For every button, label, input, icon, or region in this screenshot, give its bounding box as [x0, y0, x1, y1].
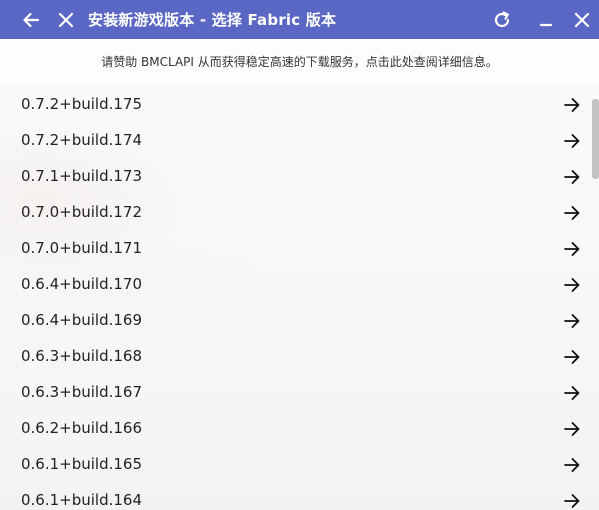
scrollbar[interactable]	[592, 99, 599, 179]
version-label: 0.6.3+build.167	[21, 383, 143, 401]
version-list-item[interactable]: 0.7.0+build.171	[0, 231, 590, 267]
minimize-icon	[538, 12, 554, 28]
close-icon	[57, 11, 75, 29]
version-label: 0.7.1+build.173	[21, 167, 143, 185]
version-label: 0.7.2+build.175	[21, 95, 143, 113]
arrow-right-icon[interactable]	[562, 167, 582, 187]
version-list-item[interactable]: 0.7.0+build.172	[0, 195, 590, 231]
arrow-right-icon[interactable]	[562, 455, 582, 475]
title-bar: 安装新游戏版本 - 选择 Fabric 版本	[0, 0, 599, 39]
version-list-item[interactable]: 0.7.1+build.173	[0, 159, 590, 195]
close-icon	[573, 11, 591, 29]
arrow-right-icon[interactable]	[562, 491, 582, 510]
window-title: 安装新游戏版本 - 选择 Fabric 版本	[88, 11, 337, 29]
arrow-right-icon[interactable]	[562, 203, 582, 223]
version-list-item[interactable]: 0.6.4+build.170	[0, 267, 590, 303]
version-list-item[interactable]: 0.6.2+build.166	[0, 411, 590, 447]
version-list-item[interactable]: 0.7.2+build.174	[0, 123, 590, 159]
arrow-left-icon	[21, 10, 41, 30]
version-list: 0.7.2+build.175 0.7.2+build.174 0.7.1+buil…	[0, 87, 590, 510]
arrow-right-icon[interactable]	[562, 311, 582, 331]
version-label: 0.7.2+build.174	[21, 131, 143, 149]
version-label: 0.6.3+build.168	[21, 347, 143, 365]
version-label: 0.6.1+build.165	[21, 455, 143, 473]
close-button[interactable]	[570, 8, 594, 32]
arrow-right-icon[interactable]	[562, 95, 582, 115]
arrow-right-icon[interactable]	[562, 275, 582, 295]
arrow-right-icon[interactable]	[562, 347, 582, 367]
version-list-item[interactable]: 0.6.3+build.167	[0, 375, 590, 411]
version-list-item[interactable]: 0.6.1+build.164	[0, 483, 590, 510]
version-list-item[interactable]: 0.6.1+build.165	[0, 447, 590, 483]
version-list-panel: 请赞助 BMCLAPI 从而获得稳定高速的下载服务，点击此处查阅详细信息。 0.…	[0, 39, 599, 510]
cancel-button[interactable]	[54, 8, 78, 32]
version-label: 0.6.1+build.164	[21, 491, 143, 509]
version-label: 0.7.0+build.171	[21, 239, 143, 257]
back-button[interactable]	[19, 8, 43, 32]
version-label: 0.6.4+build.169	[21, 311, 143, 329]
version-list-item[interactable]: 0.6.4+build.169	[0, 303, 590, 339]
minimize-button[interactable]	[534, 8, 558, 32]
arrow-right-icon[interactable]	[562, 239, 582, 259]
version-label: 0.7.0+build.172	[21, 203, 143, 221]
arrow-right-icon[interactable]	[562, 131, 582, 151]
arrow-right-icon[interactable]	[562, 383, 582, 403]
version-label: 0.6.2+build.166	[21, 419, 143, 437]
version-label: 0.6.4+build.170	[21, 275, 143, 293]
version-list-item[interactable]: 0.7.2+build.175	[0, 87, 590, 123]
refresh-icon	[492, 10, 512, 30]
arrow-right-icon[interactable]	[562, 419, 582, 439]
version-list-item[interactable]: 0.6.3+build.168	[0, 339, 590, 375]
sponsor-notice[interactable]: 请赞助 BMCLAPI 从而获得稳定高速的下载服务，点击此处查阅详细信息。	[0, 39, 599, 85]
refresh-button[interactable]	[490, 8, 514, 32]
